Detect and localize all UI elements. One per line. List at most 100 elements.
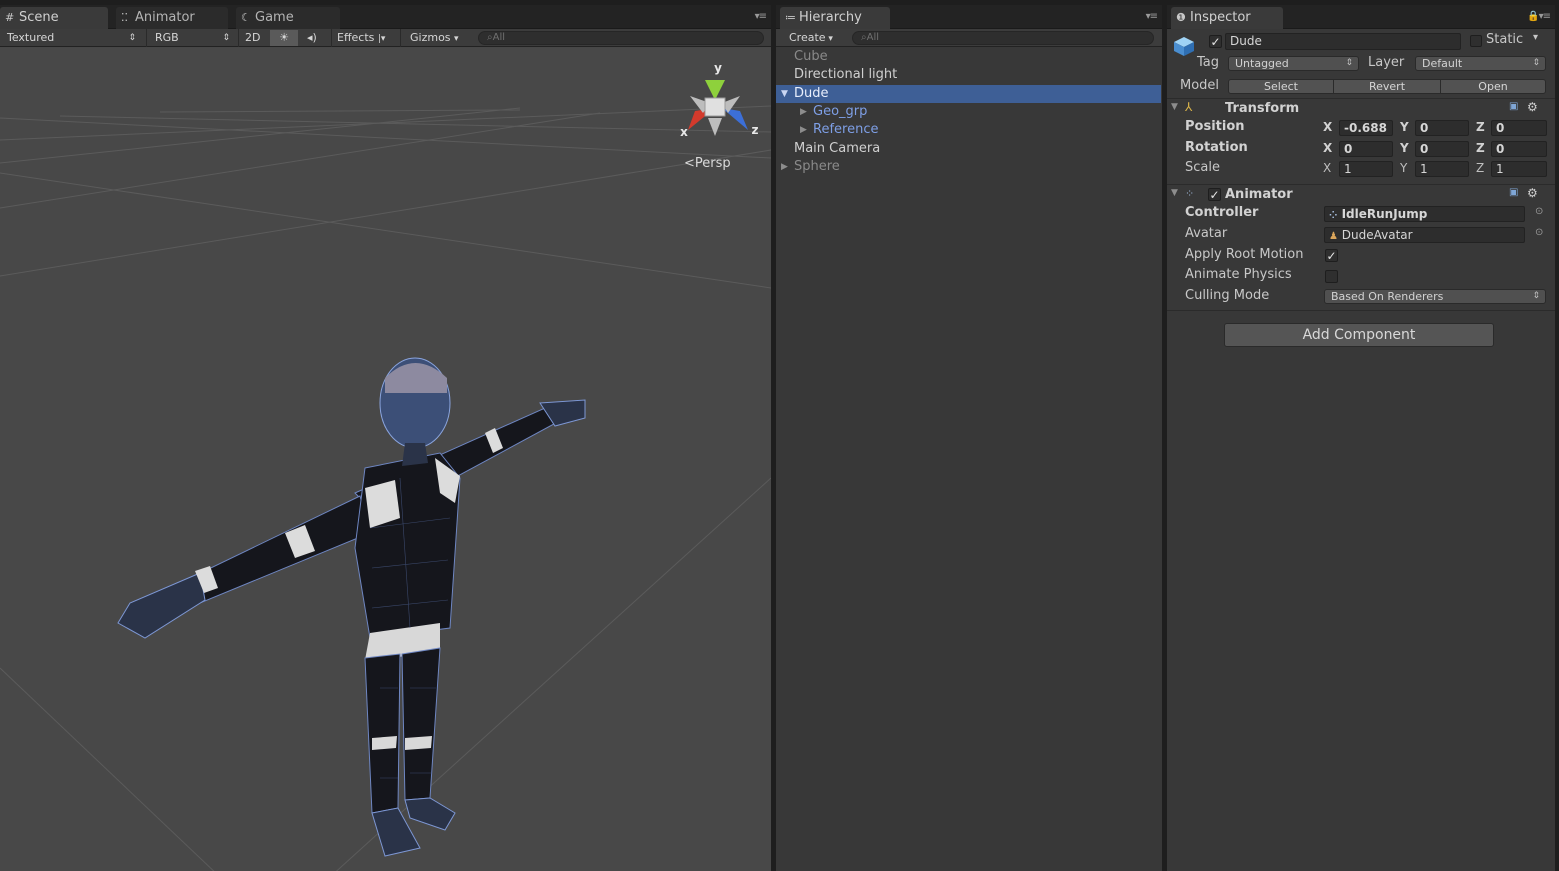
model-revert-button[interactable]: Revert [1333,79,1441,94]
axis-y-label: Y [1400,120,1409,134]
gizmo-x-label: x [680,125,688,139]
object-picker-icon[interactable]: ⊙ [1535,227,1543,238]
transform-icon: ⅄ [1185,100,1193,114]
avatar-field[interactable]: ♟ DudeAvatar [1324,227,1525,243]
foldout-open-icon[interactable]: ▼ [781,85,788,103]
object-name-field[interactable]: Dude [1225,33,1461,50]
foldout-open-icon[interactable]: ▼ [1171,102,1178,112]
object-picker-icon[interactable]: ⊙ [1535,206,1543,217]
panel-menu-icon[interactable]: ▾≡ [1146,11,1158,22]
transform-position-label: Position [1185,119,1245,134]
shading-mode-dropdown[interactable]: Textured ⇕ [2,30,142,46]
divider [1167,310,1555,311]
gizmo-z-label: z [752,123,759,137]
hierarchy-toolbar: Create ▾ ⌕All [776,29,1162,47]
axis-x-label: X [1323,161,1332,175]
axis-y-label: Y [1400,161,1408,175]
hierarchy-search-input[interactable]: ⌕All [852,31,1154,45]
tag-label: Tag [1197,55,1220,70]
controller-field[interactable]: ⁘ IdleRunJump [1324,206,1525,222]
tab-game[interactable]: ☾ Game [236,7,340,29]
model-select-button[interactable]: Select [1228,79,1334,94]
speaker-icon[interactable]: ◂) [302,30,330,46]
apply-root-motion-checkbox[interactable]: ✓ [1325,249,1338,262]
model-label: Model [1180,78,1220,93]
gizmos-dropdown[interactable]: Gizmos ▾ [405,30,471,46]
character-model[interactable] [117,357,586,857]
panel-menu-icon[interactable]: ▾≡ [755,11,767,22]
transform-header[interactable]: ▼ ⅄ Transform ▣ ⚙ [1167,98,1555,118]
animator-controller-icon: ⁘ [1329,210,1338,221]
game-icon: ☾ [241,11,251,24]
tab-inspector[interactable]: ❶ Inspector [1171,7,1283,29]
hierarchy-item[interactable]: ▶ Reference [776,121,1162,139]
axis-x-label: X [1323,120,1333,134]
axis-z-label: Z [1476,140,1485,155]
transform-scale-z-field[interactable]: 1 [1491,161,1547,177]
add-component-button[interactable]: Add Component [1224,323,1494,347]
info-icon: ❶ [1176,11,1186,24]
transform-rotation-label: Rotation [1185,139,1248,155]
dropdown-arrows-icon: ⇕ [222,33,230,43]
transform-scale-y-field[interactable]: 1 [1415,161,1469,177]
hierarchy-item[interactable]: ▼ Dude [776,84,1161,103]
orientation-gizmo[interactable] [688,80,748,136]
foldout-closed-icon[interactable]: ▶ [800,121,807,139]
transform-rotation-z-field[interactable]: 0 [1491,140,1547,157]
hierarchy-item[interactable]: Cube [776,48,1162,66]
projection-toggle[interactable]: <Persp [684,156,731,171]
foldout-closed-icon[interactable]: ▶ [800,103,807,121]
object-active-checkbox[interactable]: ✓ [1209,35,1222,48]
model-open-button[interactable]: Open [1440,79,1546,94]
dropdown-arrows-icon: ⇕ [128,33,136,43]
create-dropdown[interactable]: Create ▾ [784,30,846,46]
animator-enabled-checkbox[interactable]: ✓ [1208,188,1221,201]
gear-icon[interactable]: ⚙ [1527,100,1538,114]
grid-icon: # [5,11,15,24]
transform-title: Transform [1225,101,1300,116]
tab-scene[interactable]: # Scene [0,7,108,29]
hierarchy-item[interactable]: ▶ Sphere [776,158,1162,176]
transform-rotation-y-field[interactable]: 0 [1415,140,1469,157]
help-icon[interactable]: ▣ [1509,101,1518,112]
sun-icon[interactable]: ☀ [270,30,298,46]
hierarchy-item-label: Reference [813,122,879,138]
scene-search-input[interactable]: ⌕All [478,31,764,45]
layer-dropdown[interactable]: Default ⇕ [1415,56,1546,71]
render-mode-dropdown[interactable]: RGB ⇕ [150,30,236,46]
scene-view-canvas[interactable]: y x z <Persp [0,48,771,871]
hierarchy-item-label: Cube [794,49,828,64]
foldout-closed-icon[interactable]: ▶ [781,158,788,176]
hierarchy-item[interactable]: Directional light [776,66,1162,84]
hierarchy-item[interactable]: ▶ Geo_grp [776,103,1162,121]
transform-position-y-field[interactable]: 0 [1415,120,1469,136]
scene-viewport[interactable]: y x z <Persp [0,48,771,871]
help-icon[interactable]: ▣ [1509,187,1518,198]
foldout-open-icon[interactable]: ▼ [1171,188,1178,198]
dropdown-arrow-icon: ▾ [825,34,833,44]
effects-dropdown[interactable]: Effects |▾ [332,30,396,46]
animate-physics-checkbox[interactable] [1325,270,1338,283]
tab-animator[interactable]: ⁚⁚ Animator [116,7,228,29]
axis-z-label: Z [1476,161,1485,175]
2d-toggle-button[interactable]: 2D [240,30,268,46]
animator-header[interactable]: ▼ ⁘ ✓ Animator ▣ ⚙ [1167,184,1555,204]
transform-scale-x-field[interactable]: 1 [1339,161,1393,177]
gear-icon[interactable]: ⚙ [1527,186,1538,200]
hierarchy-item-label: Directional light [794,67,898,83]
inspector-tabbar: ❶ Inspector 🔒▾≡ [1167,5,1555,29]
culling-mode-dropdown[interactable]: Based On Renderers ⇕ [1324,289,1546,304]
static-checkbox[interactable] [1470,35,1482,47]
inspector-panel: ❶ Inspector 🔒▾≡ ✓ Dude Static ▾ Tag Untag… [1167,5,1555,871]
tag-dropdown[interactable]: Untagged ⇕ [1228,56,1359,71]
controller-label: Controller [1185,205,1259,220]
hierarchy-item[interactable]: Main Camera [776,140,1162,158]
hierarchy-panel: ≔ Hierarchy ▾≡ Create ▾ ⌕All Cube Directio… [776,5,1162,871]
transform-rotation-x-field[interactable]: 0 [1339,140,1393,157]
scene-tabbar: # Scene ⁚⁚ Animator ☾ Game ▾≡ [0,5,771,29]
lock-and-menu-icon[interactable]: 🔒▾≡ [1527,11,1551,22]
transform-position-x-field[interactable]: -0.688 [1339,120,1393,136]
tab-hierarchy[interactable]: ≔ Hierarchy [780,7,890,29]
static-dropdown-icon[interactable]: ▾ [1533,32,1538,43]
transform-position-z-field[interactable]: 0 [1491,120,1547,136]
